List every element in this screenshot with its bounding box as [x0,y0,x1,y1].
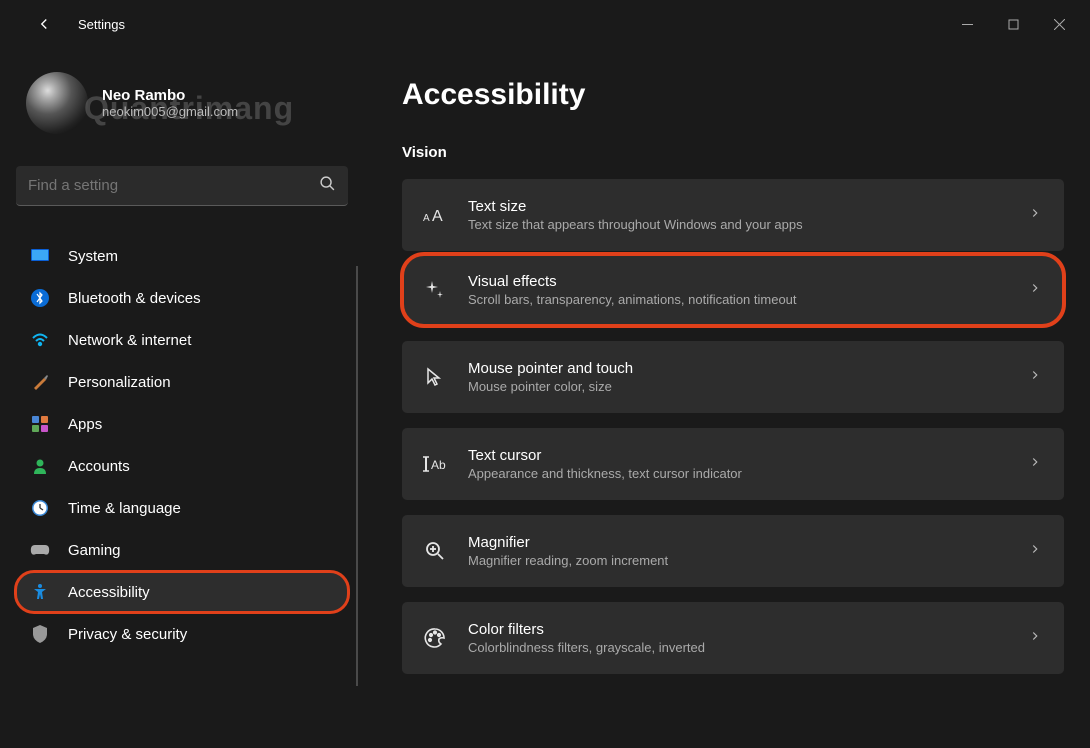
card-subtitle: Mouse pointer color, size [468,379,1008,394]
sidebar-item-label: Personalization [68,374,171,391]
sidebar-item-label: Apps [68,416,102,433]
magnifier-icon [422,540,448,562]
sidebar-item-apps[interactable]: Apps [16,404,348,444]
search-icon [319,175,336,197]
clock-icon [30,498,50,518]
card-title: Mouse pointer and touch [468,360,1008,377]
sidebar-item-label: Network & internet [68,332,191,349]
window-title: Settings [78,17,125,32]
sidebar-item-bluetooth[interactable]: Bluetooth & devices [16,278,348,318]
minimize-button[interactable] [944,8,990,40]
sidebar-item-privacy[interactable]: Privacy & security [16,614,348,654]
card-text-cursor[interactable]: Ab Text cursor Appearance and thickness,… [402,428,1064,500]
sidebar-item-label: Bluetooth & devices [68,290,201,307]
close-button[interactable] [1036,8,1082,40]
apps-icon [30,414,50,434]
wifi-icon [30,330,50,350]
titlebar: Settings [0,0,1090,48]
sidebar-item-system[interactable]: System [16,236,348,276]
text-cursor-icon: Ab [422,455,448,473]
sidebar-item-gaming[interactable]: Gaming [16,530,348,570]
accessibility-icon [30,582,50,602]
card-text-size[interactable]: AA Text size Text size that appears thro… [402,179,1064,251]
monitor-icon [30,246,50,266]
card-title: Magnifier [468,534,1008,551]
svg-text:A: A [432,208,443,224]
sidebar-item-label: Accounts [68,458,130,475]
avatar [26,72,88,134]
bluetooth-icon [30,288,50,308]
user-email: neokim005@gmail.com [102,104,238,119]
sidebar-item-label: Gaming [68,542,121,559]
card-subtitle: Magnifier reading, zoom increment [468,553,1008,568]
maximize-button[interactable] [990,8,1036,40]
page-title: Accessibility [402,78,1064,112]
text-size-icon: AA [422,206,448,224]
sidebar-scrollbar[interactable] [356,266,358,686]
shield-icon [30,624,50,644]
user-name: Neo Rambo [102,87,238,104]
chevron-right-icon [1028,542,1042,561]
person-icon [30,456,50,476]
sidebar-item-network[interactable]: Network & internet [16,320,348,360]
card-subtitle: Appearance and thickness, text cursor in… [468,466,1008,481]
chevron-right-icon [1028,455,1042,474]
card-magnifier[interactable]: Magnifier Magnifier reading, zoom increm… [402,515,1064,587]
svg-text:Ab: Ab [431,458,446,472]
card-title: Visual effects [468,273,1008,290]
sparkle-icon [422,279,448,301]
card-subtitle: Colorblindness filters, grayscale, inver… [468,640,1008,655]
card-subtitle: Text size that appears throughout Window… [468,217,1008,232]
palette-icon [422,627,448,649]
chevron-right-icon [1028,368,1042,387]
cursor-icon [422,366,448,388]
sidebar-item-label: System [68,248,118,265]
search-input[interactable] [28,177,319,194]
svg-text:A: A [423,213,430,224]
sidebar-item-accessibility[interactable]: Accessibility [16,572,348,612]
chevron-right-icon [1028,281,1042,300]
sidebar-item-accounts[interactable]: Accounts [16,446,348,486]
card-title: Text cursor [468,447,1008,464]
nav: System Bluetooth & devices Network & int… [16,236,348,654]
section-heading: Vision [402,144,1064,161]
card-title: Color filters [468,621,1008,638]
arrow-left-icon [35,15,53,33]
gamepad-icon [30,540,50,560]
content: Accessibility Vision AA Text size Text s… [360,48,1090,748]
sidebar: Quantrimang Neo Rambo neokim005@gmail.co… [0,48,360,748]
user-profile[interactable]: Neo Rambo neokim005@gmail.com [16,64,348,142]
card-color-filters[interactable]: Color filters Colorblindness filters, gr… [402,602,1064,674]
chevron-right-icon [1028,629,1042,648]
sidebar-item-label: Time & language [68,500,181,517]
window-controls [944,8,1082,40]
sidebar-item-label: Privacy & security [68,626,187,643]
card-subtitle: Scroll bars, transparency, animations, n… [468,292,1008,307]
chevron-right-icon [1028,206,1042,225]
card-visual-effects[interactable]: Visual effects Scroll bars, transparency… [402,254,1064,326]
search-box[interactable] [16,166,348,206]
brush-icon [30,372,50,392]
sidebar-item-label: Accessibility [68,584,150,601]
card-mouse-pointer[interactable]: Mouse pointer and touch Mouse pointer co… [402,341,1064,413]
sidebar-item-time[interactable]: Time & language [16,488,348,528]
sidebar-item-personalization[interactable]: Personalization [16,362,348,402]
back-button[interactable] [24,4,64,44]
card-title: Text size [468,198,1008,215]
